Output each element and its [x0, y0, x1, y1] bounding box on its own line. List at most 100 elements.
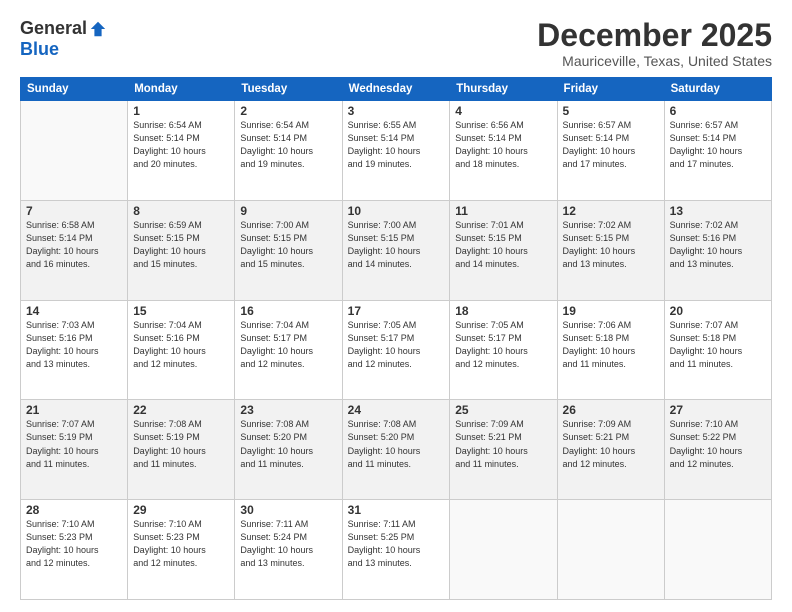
day-detail-2-3: Sunrise: 7:05 AMSunset: 5:17 PMDaylight:… — [348, 319, 445, 371]
day-cell-3-6: 27Sunrise: 7:10 AMSunset: 5:22 PMDayligh… — [664, 400, 771, 500]
day-cell-2-3: 17Sunrise: 7:05 AMSunset: 5:17 PMDayligh… — [342, 300, 450, 400]
day-number-4-0: 28 — [26, 503, 122, 517]
day-number-3-2: 23 — [240, 403, 336, 417]
day-number-1-5: 12 — [563, 204, 659, 218]
header-wednesday: Wednesday — [342, 78, 450, 101]
day-cell-1-5: 12Sunrise: 7:02 AMSunset: 5:15 PMDayligh… — [557, 200, 664, 300]
day-number-3-5: 26 — [563, 403, 659, 417]
header-thursday: Thursday — [450, 78, 557, 101]
day-number-2-2: 16 — [240, 304, 336, 318]
day-cell-4-4 — [450, 500, 557, 600]
logo-blue-text: Blue — [20, 39, 59, 59]
week-row-4: 28Sunrise: 7:10 AMSunset: 5:23 PMDayligh… — [21, 500, 772, 600]
day-cell-2-2: 16Sunrise: 7:04 AMSunset: 5:17 PMDayligh… — [235, 300, 342, 400]
day-number-0-5: 5 — [563, 104, 659, 118]
day-cell-1-4: 11Sunrise: 7:01 AMSunset: 5:15 PMDayligh… — [450, 200, 557, 300]
day-number-2-1: 15 — [133, 304, 229, 318]
day-detail-1-1: Sunrise: 6:59 AMSunset: 5:15 PMDaylight:… — [133, 219, 229, 271]
day-number-0-4: 4 — [455, 104, 551, 118]
day-cell-0-4: 4Sunrise: 6:56 AMSunset: 5:14 PMDaylight… — [450, 101, 557, 201]
day-cell-0-2: 2Sunrise: 6:54 AMSunset: 5:14 PMDaylight… — [235, 101, 342, 201]
page: General Blue December 2025 Mauriceville,… — [0, 0, 792, 612]
day-number-0-1: 1 — [133, 104, 229, 118]
day-detail-0-1: Sunrise: 6:54 AMSunset: 5:14 PMDaylight:… — [133, 119, 229, 171]
day-detail-3-2: Sunrise: 7:08 AMSunset: 5:20 PMDaylight:… — [240, 418, 336, 470]
day-detail-2-4: Sunrise: 7:05 AMSunset: 5:17 PMDaylight:… — [455, 319, 551, 371]
day-detail-2-6: Sunrise: 7:07 AMSunset: 5:18 PMDaylight:… — [670, 319, 766, 371]
day-number-1-1: 8 — [133, 204, 229, 218]
day-cell-0-6: 6Sunrise: 6:57 AMSunset: 5:14 PMDaylight… — [664, 101, 771, 201]
day-cell-4-2: 30Sunrise: 7:11 AMSunset: 5:24 PMDayligh… — [235, 500, 342, 600]
day-number-0-2: 2 — [240, 104, 336, 118]
day-number-3-4: 25 — [455, 403, 551, 417]
day-detail-3-5: Sunrise: 7:09 AMSunset: 5:21 PMDaylight:… — [563, 418, 659, 470]
day-number-1-4: 11 — [455, 204, 551, 218]
month-title: December 2025 — [537, 18, 772, 53]
day-detail-1-4: Sunrise: 7:01 AMSunset: 5:15 PMDaylight:… — [455, 219, 551, 271]
day-cell-0-0 — [21, 101, 128, 201]
day-detail-1-0: Sunrise: 6:58 AMSunset: 5:14 PMDaylight:… — [26, 219, 122, 271]
day-detail-1-5: Sunrise: 7:02 AMSunset: 5:15 PMDaylight:… — [563, 219, 659, 271]
day-number-1-6: 13 — [670, 204, 766, 218]
day-number-4-2: 30 — [240, 503, 336, 517]
day-detail-3-4: Sunrise: 7:09 AMSunset: 5:21 PMDaylight:… — [455, 418, 551, 470]
calendar: Sunday Monday Tuesday Wednesday Thursday… — [20, 77, 772, 600]
header-tuesday: Tuesday — [235, 78, 342, 101]
day-number-2-3: 17 — [348, 304, 445, 318]
day-number-3-0: 21 — [26, 403, 122, 417]
header-sunday: Sunday — [21, 78, 128, 101]
day-cell-3-0: 21Sunrise: 7:07 AMSunset: 5:19 PMDayligh… — [21, 400, 128, 500]
day-cell-3-3: 24Sunrise: 7:08 AMSunset: 5:20 PMDayligh… — [342, 400, 450, 500]
day-cell-4-1: 29Sunrise: 7:10 AMSunset: 5:23 PMDayligh… — [128, 500, 235, 600]
day-cell-1-3: 10Sunrise: 7:00 AMSunset: 5:15 PMDayligh… — [342, 200, 450, 300]
day-cell-3-1: 22Sunrise: 7:08 AMSunset: 5:19 PMDayligh… — [128, 400, 235, 500]
day-cell-3-5: 26Sunrise: 7:09 AMSunset: 5:21 PMDayligh… — [557, 400, 664, 500]
day-number-1-0: 7 — [26, 204, 122, 218]
day-detail-3-3: Sunrise: 7:08 AMSunset: 5:20 PMDaylight:… — [348, 418, 445, 470]
day-number-1-3: 10 — [348, 204, 445, 218]
day-number-3-6: 27 — [670, 403, 766, 417]
day-detail-0-5: Sunrise: 6:57 AMSunset: 5:14 PMDaylight:… — [563, 119, 659, 171]
week-row-1: 7Sunrise: 6:58 AMSunset: 5:14 PMDaylight… — [21, 200, 772, 300]
day-detail-0-2: Sunrise: 6:54 AMSunset: 5:14 PMDaylight:… — [240, 119, 336, 171]
location: Mauriceville, Texas, United States — [537, 53, 772, 69]
day-cell-4-0: 28Sunrise: 7:10 AMSunset: 5:23 PMDayligh… — [21, 500, 128, 600]
day-detail-4-3: Sunrise: 7:11 AMSunset: 5:25 PMDaylight:… — [348, 518, 445, 570]
logo: General Blue — [20, 18, 107, 60]
day-cell-1-2: 9Sunrise: 7:00 AMSunset: 5:15 PMDaylight… — [235, 200, 342, 300]
day-cell-1-6: 13Sunrise: 7:02 AMSunset: 5:16 PMDayligh… — [664, 200, 771, 300]
logo-icon — [89, 20, 107, 38]
day-detail-2-5: Sunrise: 7:06 AMSunset: 5:18 PMDaylight:… — [563, 319, 659, 371]
day-cell-1-0: 7Sunrise: 6:58 AMSunset: 5:14 PMDaylight… — [21, 200, 128, 300]
day-cell-3-4: 25Sunrise: 7:09 AMSunset: 5:21 PMDayligh… — [450, 400, 557, 500]
day-cell-2-5: 19Sunrise: 7:06 AMSunset: 5:18 PMDayligh… — [557, 300, 664, 400]
header-saturday: Saturday — [664, 78, 771, 101]
day-cell-3-2: 23Sunrise: 7:08 AMSunset: 5:20 PMDayligh… — [235, 400, 342, 500]
day-number-2-0: 14 — [26, 304, 122, 318]
day-cell-1-1: 8Sunrise: 6:59 AMSunset: 5:15 PMDaylight… — [128, 200, 235, 300]
day-cell-2-0: 14Sunrise: 7:03 AMSunset: 5:16 PMDayligh… — [21, 300, 128, 400]
day-detail-4-0: Sunrise: 7:10 AMSunset: 5:23 PMDaylight:… — [26, 518, 122, 570]
day-detail-2-0: Sunrise: 7:03 AMSunset: 5:16 PMDaylight:… — [26, 319, 122, 371]
day-cell-0-5: 5Sunrise: 6:57 AMSunset: 5:14 PMDaylight… — [557, 101, 664, 201]
title-block: December 2025 Mauriceville, Texas, Unite… — [537, 18, 772, 69]
day-detail-0-4: Sunrise: 6:56 AMSunset: 5:14 PMDaylight:… — [455, 119, 551, 171]
day-detail-0-3: Sunrise: 6:55 AMSunset: 5:14 PMDaylight:… — [348, 119, 445, 171]
day-detail-4-1: Sunrise: 7:10 AMSunset: 5:23 PMDaylight:… — [133, 518, 229, 570]
day-number-3-1: 22 — [133, 403, 229, 417]
day-number-3-3: 24 — [348, 403, 445, 417]
header-friday: Friday — [557, 78, 664, 101]
day-cell-2-4: 18Sunrise: 7:05 AMSunset: 5:17 PMDayligh… — [450, 300, 557, 400]
day-detail-3-1: Sunrise: 7:08 AMSunset: 5:19 PMDaylight:… — [133, 418, 229, 470]
day-cell-4-6 — [664, 500, 771, 600]
day-detail-3-0: Sunrise: 7:07 AMSunset: 5:19 PMDaylight:… — [26, 418, 122, 470]
day-number-1-2: 9 — [240, 204, 336, 218]
day-number-2-6: 20 — [670, 304, 766, 318]
day-detail-1-2: Sunrise: 7:00 AMSunset: 5:15 PMDaylight:… — [240, 219, 336, 271]
header-monday: Monday — [128, 78, 235, 101]
logo-general-text: General — [20, 18, 87, 39]
day-detail-2-1: Sunrise: 7:04 AMSunset: 5:16 PMDaylight:… — [133, 319, 229, 371]
day-number-2-4: 18 — [455, 304, 551, 318]
day-number-0-3: 3 — [348, 104, 445, 118]
day-detail-2-2: Sunrise: 7:04 AMSunset: 5:17 PMDaylight:… — [240, 319, 336, 371]
